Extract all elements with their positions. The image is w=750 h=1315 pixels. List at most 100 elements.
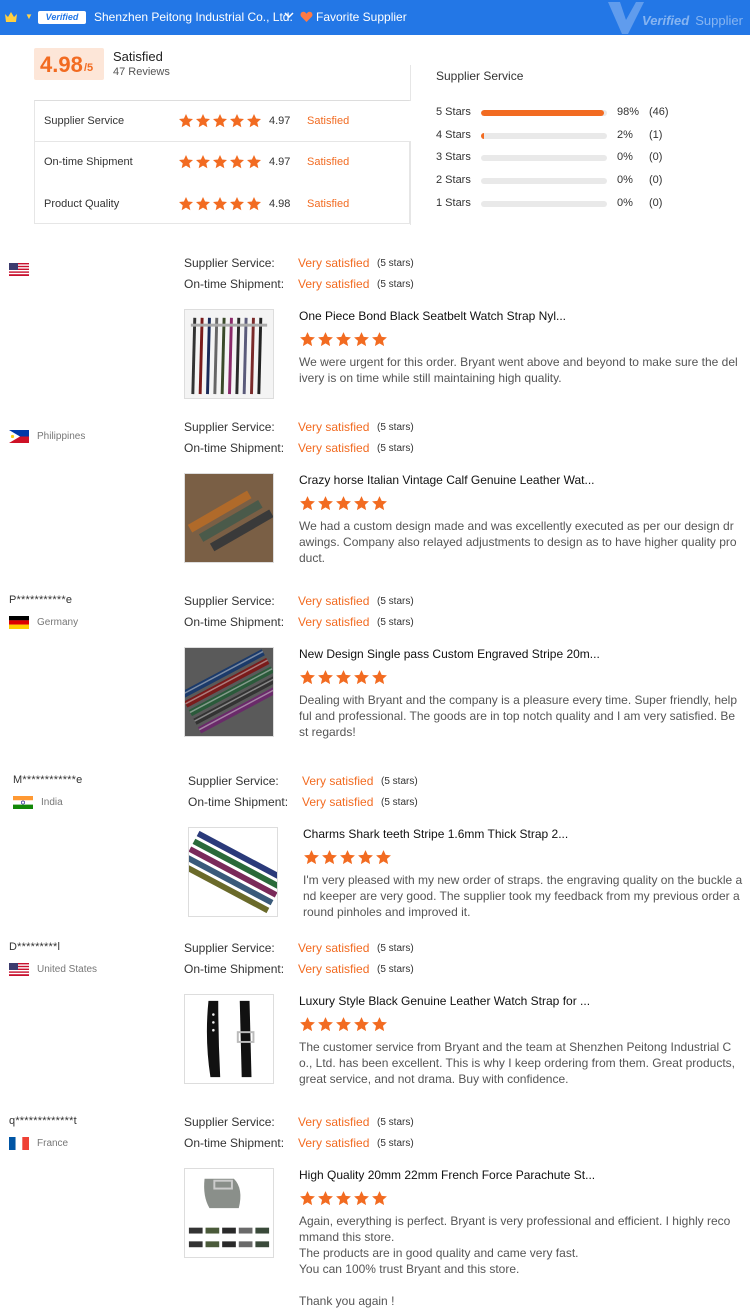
metric-value: 4.97 (269, 156, 291, 168)
review-text: We had a custom design made and was exce… (299, 519, 737, 565)
distribution-bar (481, 178, 607, 185)
country-flag-icon (13, 796, 33, 809)
product-thumbnail[interactable] (184, 309, 274, 399)
review-stars (299, 1190, 388, 1207)
heart-icon[interactable] (300, 11, 313, 23)
ontime-shipment-label: On-time Shipment: (184, 1136, 285, 1150)
product-thumbnail[interactable] (184, 473, 274, 563)
supplier-service-stars: (5 stars) (381, 776, 418, 787)
overall-rating-label: Satisfied (113, 49, 163, 64)
star-icon (318, 670, 333, 685)
star-icon (179, 197, 193, 211)
product-thumbnail[interactable] (184, 647, 274, 737)
review-text: Dealing with Bryant and the company is a… (299, 693, 738, 739)
metric-stars (178, 113, 262, 129)
chevron-down-icon[interactable] (283, 9, 295, 21)
distribution-label: 1 Stars (436, 196, 471, 209)
star-icon (336, 1017, 351, 1032)
star-icon (340, 850, 355, 865)
star-icon (322, 850, 337, 865)
review-stars (299, 669, 388, 686)
star-icon (318, 332, 333, 347)
star-icon (247, 197, 261, 211)
metric-stars (178, 154, 262, 170)
distribution-bar (481, 110, 607, 116)
supplier-service-value: Very satisfied (302, 774, 374, 788)
supplier-service-stars: (5 stars) (377, 596, 414, 607)
reviews-count[interactable]: 47 Reviews (113, 66, 170, 78)
star-icon (300, 1017, 315, 1032)
star-icon (336, 332, 351, 347)
supplier-service-label: Supplier Service: (184, 594, 275, 608)
star-icon (336, 670, 351, 685)
metric-status: Satisfied (307, 156, 350, 168)
ontime-shipment-label: On-time Shipment: (188, 795, 289, 809)
star-icon (318, 496, 333, 511)
product-thumbnail[interactable] (184, 1168, 274, 1258)
distribution-label: 2 Stars (436, 174, 471, 187)
metric-row: On-time Shipment 4.97 Satisfied (35, 142, 411, 183)
distribution-bar (481, 200, 607, 207)
ontime-shipment-stars: (5 stars) (377, 1138, 414, 1149)
country-flag-icon (9, 430, 29, 443)
distribution-label: 3 Stars (436, 151, 471, 164)
overall-score: 4.98 (40, 52, 83, 77)
star-icon (376, 850, 391, 865)
distribution-label: 5 Stars (436, 106, 471, 118)
supplier-service-label: Supplier Service: (188, 774, 279, 788)
distribution-bar (481, 155, 607, 162)
metric-label: On-time Shipment (44, 156, 133, 168)
distribution-count: (0) (649, 174, 663, 187)
distribution-percent: 0% (617, 196, 633, 209)
product-title-link[interactable]: New Design Single pass Custom Engraved S… (299, 647, 600, 661)
supplier-service-label: Supplier Service: (184, 941, 275, 955)
supplier-service-value: Very satisfied (298, 1115, 370, 1129)
distribution-count: (1) (649, 128, 663, 141)
star-icon (213, 197, 227, 211)
verified-badge: Verified (38, 11, 86, 24)
ontime-shipment-value: Very satisfied (298, 1136, 370, 1150)
distribution-bar-fill (481, 132, 484, 139)
reviewer-name: P***********e (9, 594, 73, 606)
product-title-link[interactable]: Charms Shark teeth Stripe 1.6mm Thick St… (303, 827, 568, 841)
supplier-service-value: Very satisfied (298, 420, 370, 434)
reviewer-country: Germany (37, 617, 79, 628)
product-title-link[interactable]: Crazy horse Italian Vintage Calf Genuine… (299, 473, 595, 487)
ontime-shipment-stars: (5 stars) (377, 617, 414, 628)
star-icon (372, 496, 387, 511)
review-text: The customer service from Bryant and the… (299, 1040, 735, 1086)
product-thumbnail[interactable] (188, 827, 278, 917)
ontime-shipment-label: On-time Shipment: (184, 615, 285, 629)
product-thumbnail[interactable] (184, 994, 274, 1084)
distribution-row: 2 Stars 0% (0) (436, 174, 736, 188)
reviewer-country: United States (37, 964, 98, 975)
score-suffix: /5 (84, 62, 94, 74)
ontime-shipment-stars: (5 stars) (377, 279, 414, 290)
supplier-name-link[interactable]: Shenzhen Peitong Industrial Co., Ltd. (94, 10, 293, 24)
product-title-link[interactable]: One Piece Bond Black Seatbelt Watch Stra… (299, 309, 566, 323)
distribution-percent: 98% (617, 106, 640, 118)
verified-supplier-watermark: Verified Supplier (642, 13, 743, 28)
metric-value: 4.98 (269, 198, 291, 210)
metric-stars (178, 196, 262, 212)
caret-icon[interactable]: ▼ (25, 12, 33, 21)
star-icon (179, 114, 193, 128)
product-title-link[interactable]: High Quality 20mm 22mm French Force Para… (299, 1168, 595, 1182)
star-icon (230, 155, 244, 169)
supplier-service-value: Very satisfied (298, 594, 370, 608)
supplier-service-stars: (5 stars) (377, 422, 414, 433)
review-text: I'm very pleased with my new order of st… (303, 873, 743, 919)
distribution-count: (46) (649, 106, 669, 118)
distribution-percent: 0% (617, 151, 633, 164)
star-icon (230, 114, 244, 128)
ontime-shipment-stars: (5 stars) (377, 443, 414, 454)
distribution-label: 4 Stars (436, 128, 471, 141)
supplier-service-label: Supplier Service: (184, 1115, 275, 1129)
supplier-service-stars: (5 stars) (377, 1117, 414, 1128)
distribution-row: 1 Stars 0% (0) (436, 197, 736, 211)
metric-row: Product Quality 4.98 Satisfied (35, 184, 411, 225)
supplier-service-stars: (5 stars) (377, 943, 414, 954)
favorite-supplier-button[interactable]: Favorite Supplier (316, 10, 407, 24)
distribution-bar (481, 132, 607, 139)
product-title-link[interactable]: Luxury Style Black Genuine Leather Watch… (299, 994, 590, 1008)
